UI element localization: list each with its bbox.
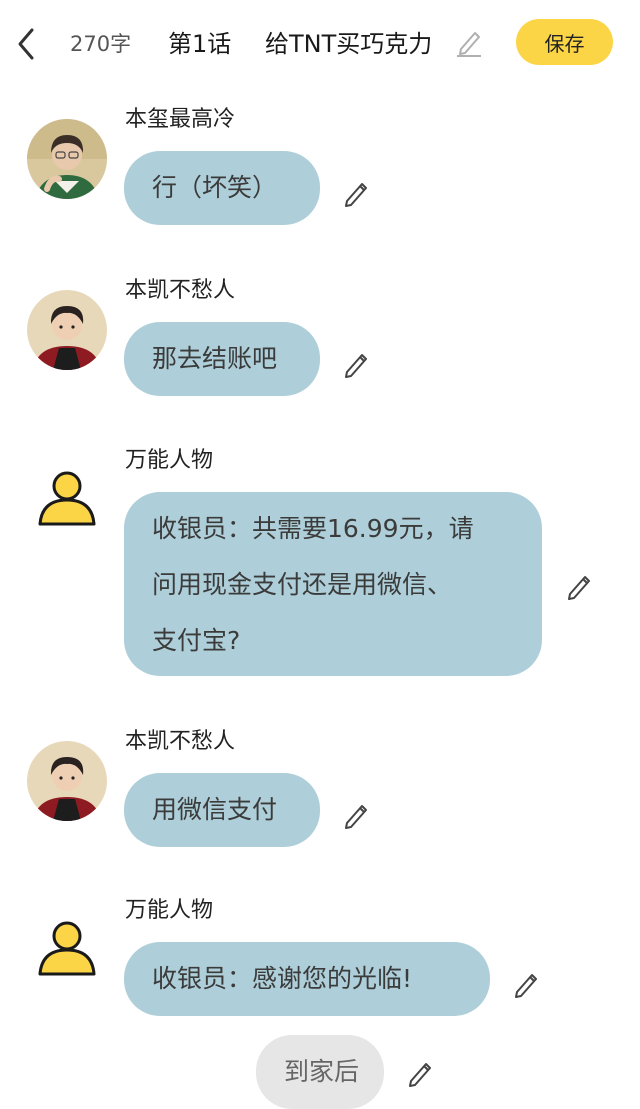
message-line: 支付宝? — [152, 626, 241, 655]
message-bubble[interactable]: 那去结账吧 — [124, 322, 320, 396]
pencil-icon[interactable] — [564, 570, 594, 600]
username: 本凯不愁人 — [125, 729, 236, 754]
pencil-icon[interactable] — [405, 1057, 435, 1087]
chevron-left-icon[interactable] — [12, 26, 42, 62]
message-bubble[interactable]: 行（坏笑） — [124, 151, 320, 225]
save-button[interactable]: 保存 — [516, 19, 613, 65]
message-bubble[interactable]: 收银员：感谢您的光临! — [124, 942, 490, 1016]
chapter-label: 第1话 — [168, 30, 232, 58]
message-line: 收银员：共需要16.99元，请 — [152, 514, 474, 543]
generic-person-icon[interactable] — [36, 916, 98, 978]
story-title[interactable]: 给TNT买巧克力 — [265, 28, 432, 60]
generic-person-icon[interactable] — [36, 466, 98, 528]
username: 万能人物 — [125, 898, 214, 923]
avatar[interactable] — [27, 741, 107, 821]
top-bar: 270字 第1话 给TNT买巧克力 保存 — [0, 0, 640, 88]
pencil-icon[interactable] — [341, 177, 371, 207]
username: 万能人物 — [125, 448, 214, 473]
avatar[interactable] — [27, 290, 107, 370]
username: 本玺最高冷 — [125, 107, 236, 132]
pencil-icon[interactable] — [341, 348, 371, 378]
pencil-icon[interactable] — [341, 799, 371, 829]
message-bubble[interactable]: 用微信支付 — [124, 773, 320, 847]
pencil-icon[interactable] — [511, 968, 541, 998]
avatar[interactable] — [27, 119, 107, 199]
narration-bubble[interactable]: 到家后 — [256, 1035, 384, 1109]
word-count: 270字 — [70, 32, 132, 56]
message-line: 问用现金支付还是用微信、 — [152, 570, 453, 599]
pencil-icon[interactable] — [455, 27, 483, 57]
message-bubble[interactable]: 收银员：共需要16.99元，请 问用现金支付还是用微信、 支付宝? — [124, 492, 542, 676]
username: 本凯不愁人 — [125, 278, 236, 303]
